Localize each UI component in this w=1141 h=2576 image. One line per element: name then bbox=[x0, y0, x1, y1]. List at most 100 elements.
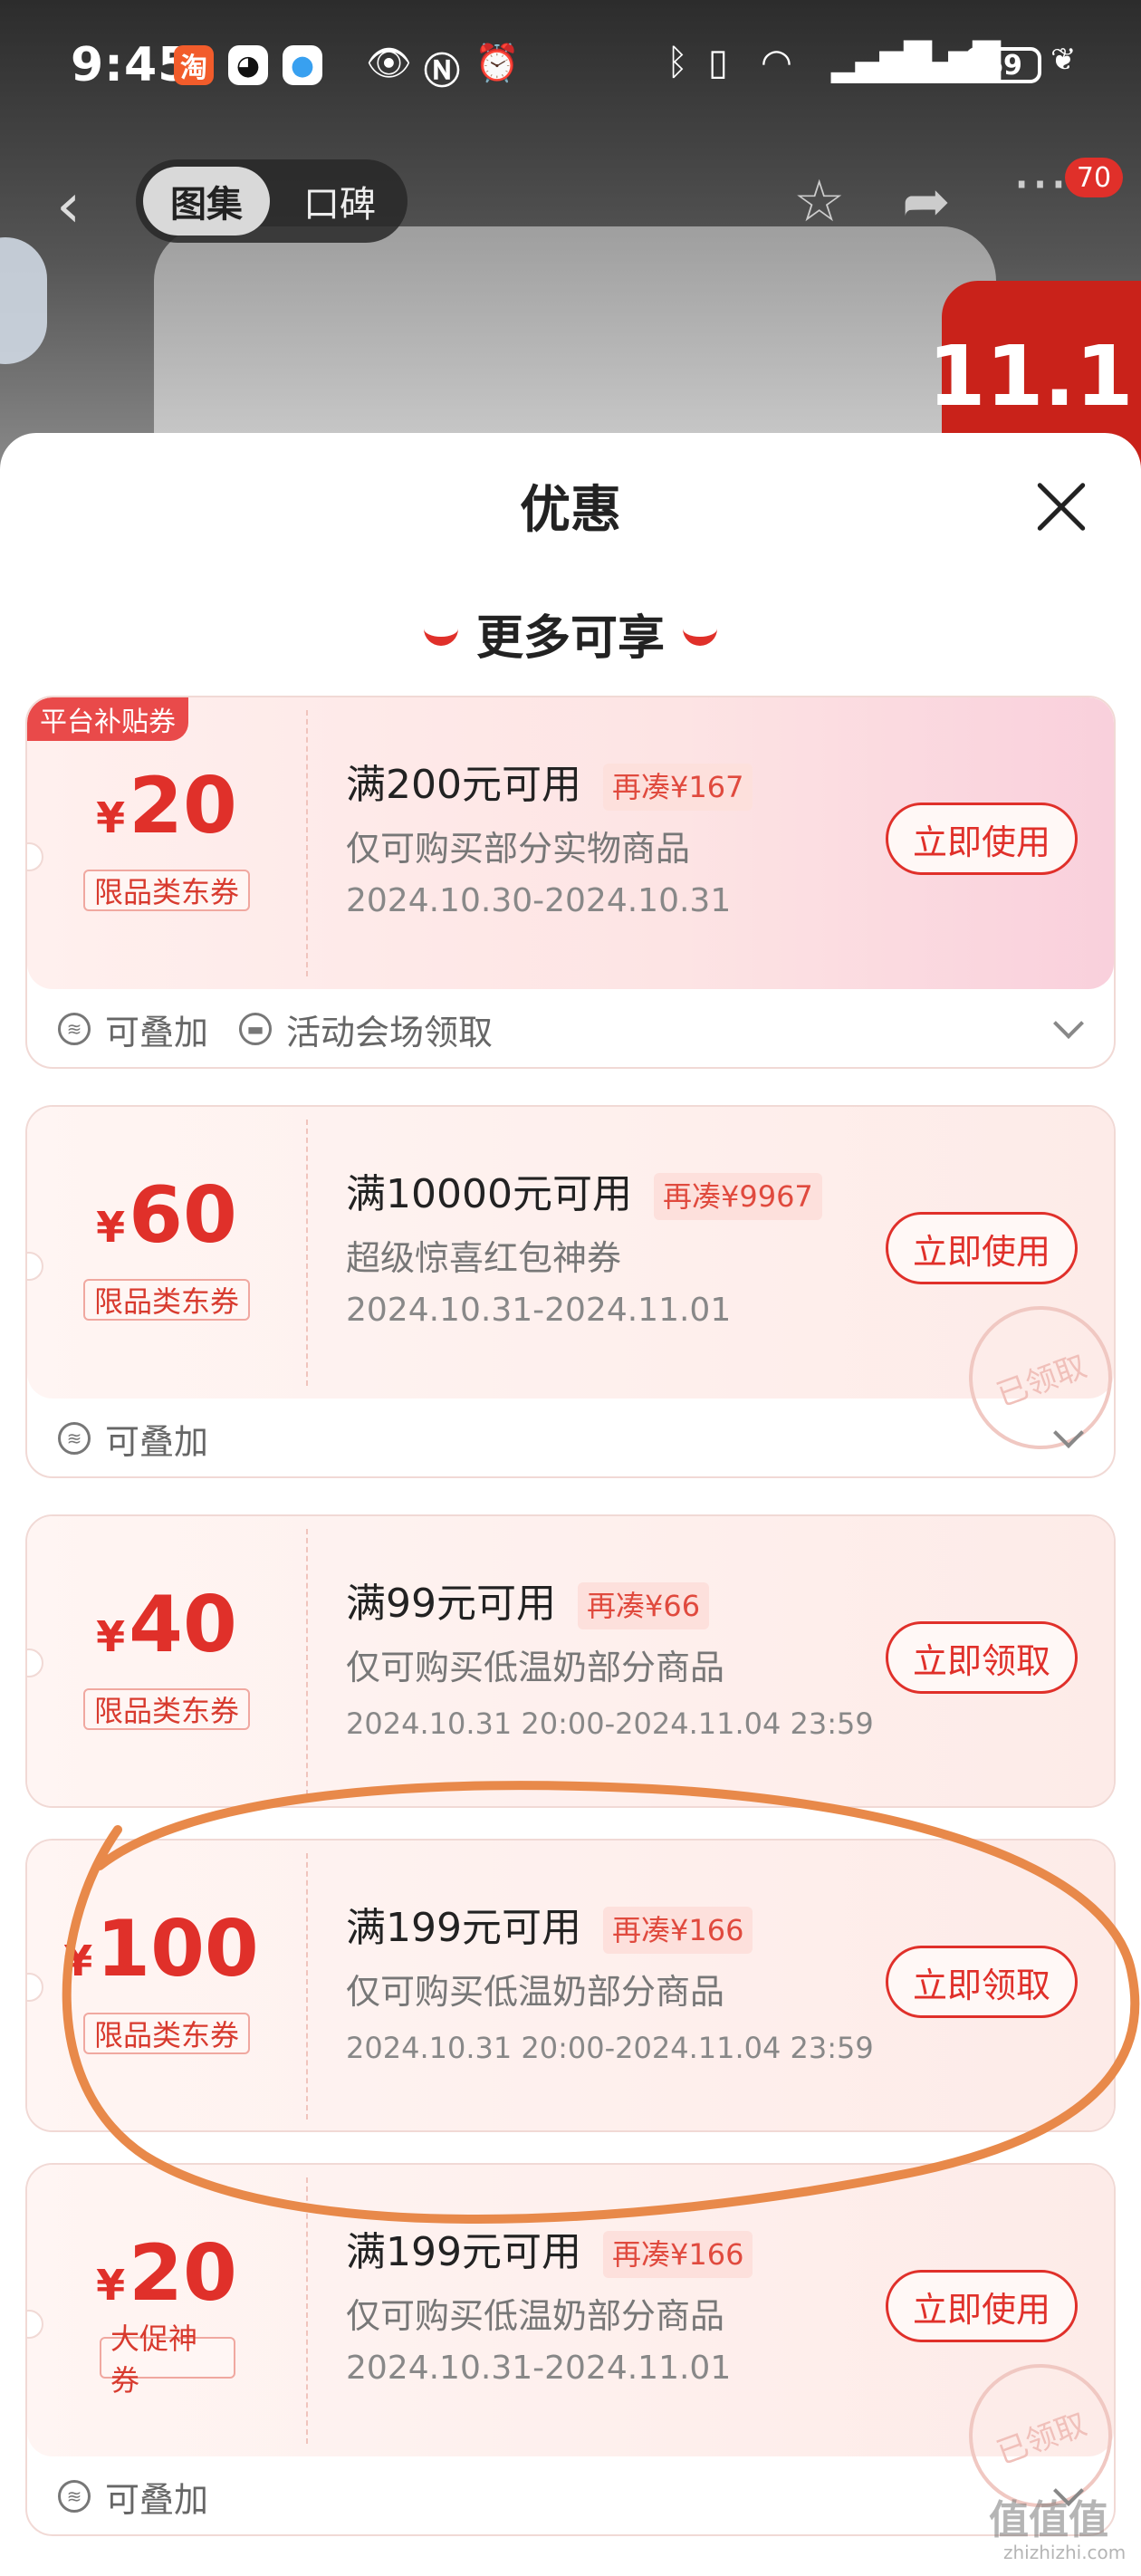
coupon-divider bbox=[306, 1120, 308, 1386]
product-image[interactable] bbox=[154, 226, 996, 462]
section-title: 更多可享 bbox=[475, 611, 665, 666]
coupon-amount: ¥40 bbox=[27, 1580, 306, 1670]
use-now-button[interactable]: 立即使用 bbox=[886, 803, 1078, 875]
yen-symbol: ¥ bbox=[96, 1203, 126, 1252]
coupon-card[interactable]: 平台补贴券 ¥20 限品类东券 满200元可用 再凑¥167 仅可购买部分实物商品… bbox=[25, 696, 1116, 1069]
coupon-type-tag: 限品类东券 bbox=[83, 870, 250, 911]
platform-subsidy-badge: 平台补贴券 bbox=[27, 697, 188, 741]
stackable-label: 可叠加 bbox=[105, 1421, 209, 1462]
smile-right-icon bbox=[683, 622, 717, 646]
coupon-type-tag: 大促神券 bbox=[100, 2321, 235, 2398]
coupon-condition: 满10000元可用 再凑¥9967 bbox=[346, 1161, 822, 1220]
stack-icon: ≋ bbox=[58, 1422, 91, 1455]
bluetooth-icon: ᛒ bbox=[666, 42, 688, 83]
coupon-footer[interactable]: ≋ 可叠加 ▬ 活动会场领取 bbox=[27, 989, 1114, 1067]
coupon-value: 40 bbox=[129, 1580, 237, 1670]
coupon-amount: ¥100 bbox=[27, 1904, 301, 1994]
source-label: 活动会场领取 bbox=[286, 1012, 494, 1053]
yen-symbol: ¥ bbox=[96, 1612, 126, 1661]
tab-gallery[interactable]: 图集 bbox=[143, 167, 270, 235]
coupon-validity: 2024.10.31 20:00-2024.11.04 23:59 bbox=[346, 2031, 874, 2065]
taobao-notification-icon: 淘 bbox=[174, 45, 214, 85]
close-icon[interactable] bbox=[1034, 480, 1088, 534]
sheet-title: 优惠 bbox=[520, 481, 621, 540]
claim-now-button[interactable]: 立即领取 bbox=[886, 1946, 1078, 2018]
venue-icon: ▬ bbox=[239, 1013, 273, 1045]
gap-amount: 再凑¥9967 bbox=[653, 1173, 822, 1220]
battery-icon: 69 bbox=[965, 47, 1041, 83]
coupon-type-tag: 限品类东券 bbox=[83, 1688, 250, 1730]
coupon-value: 20 bbox=[129, 761, 237, 851]
section-header: 更多可享 bbox=[0, 600, 1141, 668]
coupon-card[interactable]: ¥20 大促神券 满199元可用 再凑¥166 仅可购买低温奶部分商品 2024.… bbox=[25, 2163, 1116, 2536]
stackable-info: ≋ 可叠加 bbox=[58, 1414, 208, 1464]
coupon-footer[interactable]: ≋ 可叠加 bbox=[27, 1399, 1114, 1476]
coupon-card[interactable]: ¥40 限品类东券 满99元可用 再凑¥66 仅可购买低温奶部分商品 2024.1… bbox=[25, 1514, 1116, 1808]
floating-side-avatar[interactable] bbox=[0, 237, 47, 364]
coupon-amount: ¥60 bbox=[27, 1170, 306, 1261]
coupon-validity: 2024.10.31-2024.11.01 bbox=[346, 1292, 732, 1329]
coupon-validity: 2024.10.30-2024.10.31 bbox=[346, 882, 732, 919]
stackable-label: 可叠加 bbox=[105, 2479, 209, 2520]
coupon-amount: ¥20 bbox=[27, 761, 306, 851]
claim-now-button[interactable]: 立即领取 bbox=[886, 1621, 1078, 1694]
coupon-divider bbox=[306, 1529, 308, 1795]
smile-left-icon bbox=[423, 622, 458, 646]
chevron-down-icon[interactable] bbox=[1053, 1418, 1084, 1448]
chevron-down-icon[interactable] bbox=[1053, 1008, 1084, 1039]
coupon-amount: ¥20 bbox=[27, 2228, 306, 2319]
coupon-description: 仅可购买低温奶部分商品 bbox=[346, 2296, 725, 2336]
coupon-footer[interactable]: ≋ 可叠加 bbox=[27, 2456, 1114, 2534]
message-count-badge: 70 bbox=[1065, 158, 1123, 197]
coupon-condition: 满99元可用 再凑¥66 bbox=[346, 1571, 710, 1629]
coupon-value: 20 bbox=[129, 2228, 237, 2319]
coupon-sheet: 优惠 更多可享 平台补贴券 ¥20 限品类东券 满200元可用 再凑¥167 仅可… bbox=[0, 433, 1141, 2576]
watermark-logo: 值值值 bbox=[989, 2497, 1108, 2543]
tab-reviews[interactable]: 口碑 bbox=[281, 167, 398, 235]
coupon-condition: 满200元可用 再凑¥167 bbox=[346, 752, 753, 811]
coupon-card[interactable]: ¥100 限品类东券 满199元可用 再凑¥166 仅可购买低温奶部分商品 202… bbox=[25, 1839, 1116, 2132]
source-info: ▬ 活动会场领取 bbox=[239, 1004, 493, 1054]
gap-amount: 再凑¥66 bbox=[578, 1582, 710, 1629]
coupon-condition: 满199元可用 再凑¥166 bbox=[346, 1895, 753, 1954]
gap-amount: 再凑¥166 bbox=[602, 1907, 753, 1954]
qq-notification-icon: ◕ bbox=[228, 45, 268, 85]
condition-text: 满200元可用 bbox=[346, 762, 581, 808]
nfc-icon: Ⓝ bbox=[424, 51, 460, 92]
coupon-description: 仅可购买部分实物商品 bbox=[346, 829, 691, 869]
coupon-description: 超级惊喜红包神券 bbox=[346, 1238, 622, 1278]
coupon-type-tag: 限品类东券 bbox=[83, 2013, 250, 2054]
stackable-info: ≋ 可叠加 bbox=[58, 2472, 208, 2522]
status-bar: 9:45 淘 ◕ ● 👁 Ⓝ ⏰ ᛒ ▯ ◠ ▂▄▆█ ▂▄▆█ 69 ❦ bbox=[0, 0, 1141, 145]
back-arrow-icon[interactable]: ‹ bbox=[56, 170, 81, 242]
condition-text: 满99元可用 bbox=[346, 1581, 556, 1627]
coupon-description: 仅可购买低温奶部分商品 bbox=[346, 1972, 725, 2012]
condition-text: 满10000元可用 bbox=[346, 1171, 632, 1217]
coupon-type-tag: 限品类东券 bbox=[83, 1279, 250, 1321]
coupon-card[interactable]: ¥60 限品类东券 满10000元可用 再凑¥9967 超级惊喜红包神券 2024… bbox=[25, 1105, 1116, 1478]
share-icon[interactable]: ➦ bbox=[902, 168, 951, 235]
message-notification-icon: ● bbox=[283, 45, 322, 85]
coupon-divider bbox=[306, 2177, 308, 2444]
gap-amount: 再凑¥167 bbox=[602, 764, 753, 811]
condition-text: 满199元可用 bbox=[346, 2229, 581, 2275]
more-icon[interactable]: ··· bbox=[1012, 152, 1068, 219]
leaf-icon: ❦ bbox=[1050, 42, 1077, 78]
yen-symbol: ¥ bbox=[96, 2261, 126, 2310]
wifi-icon: ◠ bbox=[761, 42, 792, 83]
coupon-divider bbox=[306, 710, 308, 976]
condition-text: 满199元可用 bbox=[346, 1905, 581, 1951]
gap-amount: 再凑¥166 bbox=[602, 2231, 753, 2278]
coupon-validity: 2024.10.31 20:00-2024.11.04 23:59 bbox=[346, 1706, 874, 1741]
eye-icon: 👁 bbox=[366, 43, 412, 84]
coupon-value: 100 bbox=[96, 1904, 259, 1994]
coupon-validity: 2024.10.31-2024.11.01 bbox=[346, 2350, 732, 2387]
coupon-value: 60 bbox=[129, 1170, 237, 1261]
star-icon[interactable]: ☆ bbox=[793, 168, 845, 235]
use-now-button[interactable]: 立即使用 bbox=[886, 1212, 1078, 1284]
watermark-url: zhizhizhi.com bbox=[1003, 2542, 1127, 2563]
alarm-icon: ⏰ bbox=[475, 43, 520, 84]
use-now-button[interactable]: 立即使用 bbox=[886, 2270, 1078, 2342]
yen-symbol: ¥ bbox=[96, 793, 126, 842]
stackable-label: 可叠加 bbox=[105, 1012, 209, 1053]
